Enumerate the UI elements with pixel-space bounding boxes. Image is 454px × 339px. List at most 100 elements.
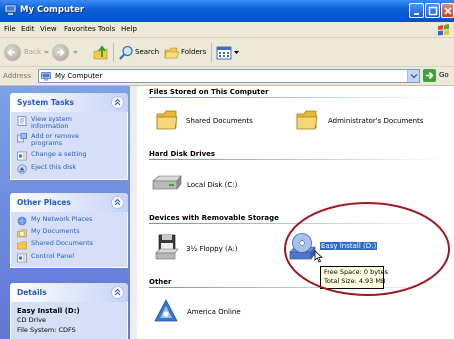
america-online-icon [154,299,178,322]
task-view-system-info[interactable]: View system information [17,116,125,131]
back-label: Back [24,48,41,56]
system-tasks-panel: System Tasks View system information Add… [10,93,128,180]
folders-icon [164,47,180,59]
views-button[interactable] [216,44,240,62]
menu-favorites[interactable]: Favorites [64,25,96,33]
drive-info-tooltip: Free Space: 0 bytes Total Size: 4.93 MB [320,266,389,289]
tooltip-free-space: Free Space: 0 bytes [324,268,389,276]
window-title: My Computer [20,5,85,15]
up-folder-button[interactable] [93,44,109,62]
group-header-other: Other [149,278,172,286]
group-divider [149,223,449,224]
control-panel-icon [17,253,27,263]
item-label: America Online [187,308,241,316]
folders-button[interactable]: Folders [164,44,208,62]
toolbar-separator [211,43,212,62]
content-area: Files Stored on This Computer Shared Doc… [137,86,454,339]
control-panel-icon [17,151,27,161]
folder-icon [296,110,318,130]
address-dropdown-button[interactable] [407,70,419,82]
address-input[interactable]: My Computer [38,69,420,83]
folders-label: Folders [181,48,207,56]
details-panel: Details Easy Install (D:) CD Drive File … [10,283,128,339]
go-arrow-icon [423,69,436,82]
item-easy-install-d[interactable]: Easy Install (D:) [287,232,417,264]
forward-dropdown-icon[interactable] [73,51,78,55]
back-button[interactable]: Back [4,44,50,62]
my-computer-icon [4,4,17,15]
chevron-up-icon [114,198,121,206]
item-label: Local Disk (C:) [187,181,238,189]
my-computer-small-icon [41,72,51,81]
address-bar: Address My Computer Go [0,67,454,86]
place-label: My Documents [31,227,80,235]
item-shared-documents[interactable]: Shared Documents [155,108,265,134]
place-label: My Network Places [31,215,93,223]
other-places-header[interactable]: Other Places [10,193,128,212]
title-bar[interactable]: My Computer [0,0,454,22]
task-eject-disk[interactable]: Eject this disk [17,163,125,174]
explorer-window: My Computer File Edit View Favorites Too… [0,0,454,339]
back-dropdown-icon[interactable] [44,51,49,55]
system-tasks-header[interactable]: System Tasks [10,93,128,112]
go-button[interactable]: Go [423,69,454,83]
group-header-files-stored: Files Stored on This Computer [149,88,269,96]
other-places-title: Other Places [17,198,71,207]
maximize-button[interactable] [425,3,440,18]
place-my-network-places[interactable]: My Network Places [17,216,125,226]
task-label: View system information [31,115,72,130]
menu-tools[interactable]: Tools [98,25,115,33]
item-label: Administrator's Documents [328,117,424,125]
my-documents-icon [17,229,27,238]
item-administrators-documents[interactable]: Administrator's Documents [295,108,445,134]
collapse-button[interactable] [111,286,124,299]
item-america-online[interactable]: America Online [153,298,253,326]
place-control-panel[interactable]: Control Panel [17,253,125,263]
task-add-remove-programs[interactable]: Add or remove programs [17,133,125,148]
close-button[interactable] [441,3,454,18]
task-label: Eject this disk [31,163,77,171]
address-value: My Computer [55,72,103,80]
task-change-setting[interactable]: Change a setting [17,150,125,161]
item-local-disk-c[interactable]: Local Disk (C:) [151,174,251,194]
go-label: Go [439,71,449,79]
windows-logo-icon [438,24,449,36]
place-label: Shared Documents [31,239,94,247]
back-arrow-icon [4,44,21,61]
eject-icon [17,164,27,174]
item-floppy-a[interactable]: 3½ Floppy (A:) [155,234,255,262]
details-item-name: Easy Install (D:) [17,307,80,315]
collapse-button[interactable] [111,196,124,209]
chevron-down-icon [410,74,418,79]
item-label: 3½ Floppy (A:) [186,245,238,253]
floppy-drive-icon [155,234,179,260]
minimize-button[interactable] [409,3,424,18]
menu-view[interactable]: View [40,25,57,33]
cd-drive-icon [289,233,316,260]
search-icon [119,45,133,60]
task-pane: System Tasks View system information Add… [0,86,137,339]
task-pane-scrollbar[interactable] [130,86,137,339]
search-button[interactable]: Search [118,44,160,62]
details-file-system: File System: CDFS [17,326,76,334]
details-title: Details [17,288,47,297]
menu-edit[interactable]: Edit [21,25,35,33]
details-header[interactable]: Details [10,283,128,302]
system-info-icon [17,116,27,126]
item-label: Easy Install (D:) [320,242,378,250]
task-label: Change a setting [31,150,87,158]
collapse-button[interactable] [111,96,124,109]
place-my-documents[interactable]: My Documents [17,228,125,238]
views-dropdown-icon[interactable] [234,51,239,55]
item-label: Shared Documents [186,117,253,125]
add-remove-programs-icon [17,133,27,143]
tooltip-total-size: Total Size: 4.93 MB [324,277,386,285]
menu-file[interactable]: File [4,25,16,33]
place-shared-documents[interactable]: Shared Documents [17,240,125,250]
other-places-body: My Network Places My Documents Shared Do… [10,212,128,268]
menu-help[interactable]: Help [121,25,137,33]
forward-button[interactable] [52,44,80,62]
chevron-up-icon [114,288,121,296]
group-header-hard-disk-drives: Hard Disk Drives [149,150,216,158]
toolbar: Back Search Folders [0,38,454,67]
